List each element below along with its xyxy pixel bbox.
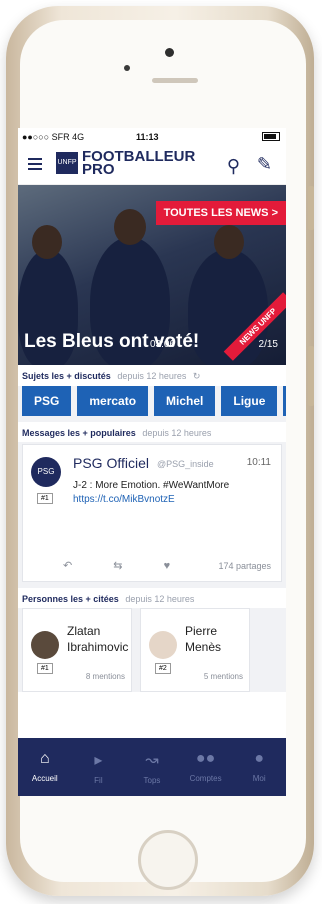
topics-title: Sujets les + discutés — [22, 371, 111, 381]
tab-label: Moi — [252, 774, 266, 783]
retweet-icon[interactable]: ⇆ — [113, 560, 122, 572]
messages-heading: Messages les + populaires depuis 12 heur… — [18, 422, 286, 442]
topic-chip[interactable]: Ligue — [221, 386, 278, 416]
avatar — [31, 631, 59, 659]
users-icon: ●● — [195, 750, 216, 767]
menu-icon[interactable] — [28, 158, 42, 173]
people-since: depuis 12 heures — [125, 594, 195, 604]
tab-label: Tops — [143, 776, 161, 785]
tab-fil[interactable]: ▸ Fil — [72, 738, 126, 796]
person-card[interactable]: #1 Zlatan Ibrahimovic 8 mentions — [22, 608, 132, 692]
messages-since: depuis 12 heures — [142, 428, 212, 438]
tweet-link[interactable]: https://t.co/MikBvnotzE — [73, 494, 175, 505]
topic-chip[interactable]: Michel — [154, 386, 216, 416]
tab-comptes[interactable]: ●● Comptes — [179, 738, 233, 796]
home-button[interactable] — [138, 830, 198, 890]
battery-icon — [262, 132, 280, 141]
tweet-text: J-2 : More Emotion. #WeWantMore https://… — [73, 479, 273, 507]
rank-badge: #1 — [37, 493, 53, 504]
tab-label: Accueil — [31, 774, 58, 783]
player-head — [214, 225, 244, 259]
side-button — [308, 346, 314, 406]
person-card[interactable]: #2 Pierre Menès 5 mentions — [140, 608, 250, 692]
topic-chip[interactable]: mercato — [77, 386, 149, 416]
mention-count: 5 mentions — [203, 672, 243, 681]
reply-icon[interactable]: ↶ — [63, 560, 72, 572]
people-list: #1 Zlatan Ibrahimovic 8 mentions #2 Pier… — [18, 608, 286, 692]
status-bar: ●●○○○ SFR 4G 11:13 — [18, 128, 286, 146]
topics-heading: Sujets les + discutés depuis 12 heures ↻ — [18, 365, 286, 386]
tweet-card[interactable]: PSG #1 PSG Officiel @PSG_inside 10:11 J-… — [22, 444, 282, 582]
tab-tops[interactable]: ↝ Tops — [125, 738, 179, 796]
people-heading: Personnes les + citées depuis 12 heures — [18, 588, 286, 608]
tab-label: Fil — [94, 776, 103, 785]
home-icon: ⌂ — [39, 750, 50, 767]
all-news-button[interactable]: TOUTES LES NEWS > — [155, 201, 286, 225]
trend-icon: ↝ — [145, 752, 159, 769]
share-count: 174 partages — [218, 561, 271, 571]
messages-list: PSG #1 PSG Officiel @PSG_inside 10:11 J-… — [18, 442, 286, 588]
app-bar: UNFP FOOTBALLEUR PRO ⚲ ✎ — [18, 146, 286, 185]
camera-icon — [165, 48, 174, 57]
topic-chip[interactable]: PSG — [22, 386, 72, 416]
avatar — [149, 631, 177, 659]
carrier-text: ●●○○○ SFR 4G — [22, 132, 85, 142]
avatar: PSG — [31, 457, 61, 487]
mention-count: 8 mentions — [85, 672, 125, 681]
tweet-time: 10:11 — [246, 457, 271, 468]
hero-slide[interactable]: TOUTES LES NEWS > NEWS UNFP Les Bleus on… — [18, 185, 286, 365]
people-title: Personnes les + citées — [22, 594, 119, 604]
messages-title: Messages les + populaires — [22, 428, 136, 438]
tab-accueil[interactable]: ⌂ Accueil — [18, 738, 72, 796]
sensor-dot — [124, 65, 130, 71]
clock-text: 11:13 — [136, 132, 159, 142]
tab-label: Comptes — [189, 774, 222, 783]
brand-badge: UNFP — [56, 152, 78, 174]
person-name: Zlatan Ibrahimovic — [67, 624, 129, 654]
rank-badge: #2 — [155, 663, 171, 674]
like-icon[interactable]: ♥ — [164, 560, 171, 572]
hero-counter: 2/15 — [258, 339, 278, 350]
megaphone-icon: ▸ — [94, 752, 103, 769]
tweet-handle: @PSG_inside — [157, 459, 214, 469]
tab-moi[interactable]: ● Moi — [232, 738, 286, 796]
phone-mockup: ●●○○○ SFR 4G 11:13 UNFP FOOTBALLEUR PRO … — [0, 0, 322, 904]
person-name: Pierre Menès — [185, 624, 222, 654]
edit-icon[interactable]: ✎ — [257, 154, 272, 175]
player-head — [114, 209, 146, 245]
topics-since: depuis 12 heures — [117, 371, 187, 381]
rank-badge: #1 — [37, 663, 53, 674]
tab-bar: ⌂ Accueil ▸ Fil ↝ Tops ●● Comptes ● Moi — [18, 738, 286, 796]
tweet-actions: ↶ ⇆ ♥ — [63, 559, 170, 572]
tweet-body: J-2 : More Emotion. #WeWantMore — [73, 480, 230, 491]
app-screen: ●●○○○ SFR 4G 11:13 UNFP FOOTBALLEUR PRO … — [18, 128, 286, 796]
refresh-icon[interactable]: ↻ — [193, 371, 201, 381]
user-icon: ● — [254, 750, 264, 767]
side-button — [308, 186, 314, 230]
topic-chips: PSG mercato Michel Ligue Ma — [18, 386, 286, 422]
brand-logo: FOOTBALLEUR PRO — [82, 148, 196, 178]
hero-duration: 03:06 — [150, 339, 176, 350]
topic-chip[interactable]: Ma — [283, 386, 286, 416]
search-icon[interactable]: ⚲ — [227, 156, 240, 177]
speaker-grille — [152, 78, 198, 83]
player-head — [32, 225, 62, 259]
tweet-author: PSG Officiel — [73, 455, 149, 471]
